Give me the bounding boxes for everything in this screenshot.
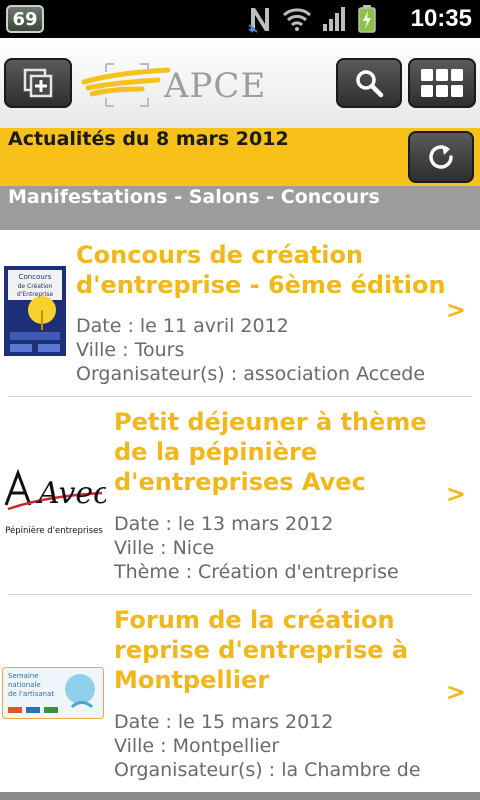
thumb-text: Concours bbox=[19, 273, 52, 281]
item-title-line: d'entreprises Avec bbox=[114, 468, 366, 496]
thumb-text: Avec bbox=[35, 476, 106, 511]
logo-brushstroke-icon bbox=[81, 63, 170, 107]
item-city: Ville : Nice bbox=[114, 537, 215, 559]
app-header: APCE bbox=[0, 38, 480, 128]
item-date: Date : le 15 mars 2012 bbox=[114, 711, 334, 733]
add-favorite-button[interactable] bbox=[4, 58, 72, 108]
refresh-button[interactable] bbox=[408, 131, 474, 183]
item-city: Ville : Montpellier bbox=[114, 735, 280, 757]
item-organizer: Organisateur(s) : la Chambre de bbox=[114, 759, 421, 781]
battery-charging-icon bbox=[358, 5, 376, 33]
status-bar: 69 10:35 bbox=[0, 0, 480, 38]
apce-logo[interactable]: APCE bbox=[80, 60, 270, 110]
thumb-text: de l'artisanat bbox=[8, 690, 54, 698]
wifi-icon bbox=[282, 8, 312, 31]
status-icons bbox=[248, 4, 376, 34]
chevron-right-icon: > bbox=[445, 480, 466, 508]
item-thumbnail: Concours de Création d'Entreprise bbox=[4, 266, 66, 356]
item-organizer: Organisateur(s) : association Accede bbox=[76, 363, 426, 385]
thumb-text: Semaine bbox=[8, 672, 39, 680]
item-title-line: Concours de création bbox=[76, 241, 364, 269]
news-date-bar: Actualités du 8 mars 2012 bbox=[0, 128, 480, 186]
menu-grid-button[interactable] bbox=[408, 58, 476, 108]
chevron-right-icon: > bbox=[445, 296, 466, 324]
thumb-text: de Création bbox=[18, 283, 53, 290]
refresh-icon bbox=[429, 145, 453, 169]
list-item[interactable]: Semaine nationale de l'artisanat Forum d… bbox=[0, 595, 480, 792]
section-header: Manifestations - Salons - Concours bbox=[0, 186, 480, 230]
item-title: Petit déjeuner à thème de la pépinière d… bbox=[114, 407, 427, 497]
item-date: Date : le 13 mars 2012 bbox=[114, 513, 334, 535]
bottom-edge-bar bbox=[0, 792, 480, 800]
item-title-line: d'entreprise - 6ème édition bbox=[76, 271, 446, 299]
chevron-right-icon: > bbox=[445, 678, 466, 706]
logo-text: APCE bbox=[164, 66, 267, 106]
thumb-text: Pépinière d'entreprises bbox=[5, 525, 103, 536]
list-item[interactable]: Avec Pépinière d'entreprises Petit déjeu… bbox=[0, 397, 480, 593]
item-title-line: Petit déjeuner à thème bbox=[114, 408, 427, 436]
item-theme: Thème : Création d'entreprise bbox=[114, 561, 399, 583]
item-city: Ville : Tours bbox=[76, 339, 185, 361]
item-thumbnail: Semaine nationale de l'artisanat bbox=[2, 667, 104, 719]
item-title-line: de la pépinière bbox=[114, 438, 318, 466]
clock: 10:35 bbox=[410, 5, 472, 32]
signal-icon bbox=[323, 7, 345, 31]
add-window-icon bbox=[23, 68, 53, 98]
item-title-line: Forum de la création bbox=[114, 606, 395, 634]
search-button[interactable] bbox=[336, 58, 402, 108]
section-title: Manifestations - Salons - Concours bbox=[8, 186, 380, 208]
list-item[interactable]: Concours de Création d'Entreprise Concou… bbox=[0, 230, 480, 396]
item-date: Date : le 11 avril 2012 bbox=[76, 315, 289, 337]
item-title-line: reprise d'entreprise à bbox=[114, 636, 409, 664]
item-title-line: Montpellier bbox=[114, 666, 270, 694]
news-date-title: Actualités du 8 mars 2012 bbox=[8, 128, 289, 150]
thumb-text: d'Entreprise bbox=[17, 291, 53, 298]
network-n-icon bbox=[248, 8, 269, 33]
notification-badge: 69 bbox=[6, 5, 44, 33]
search-icon bbox=[356, 70, 384, 98]
item-title: Forum de la création reprise d'entrepris… bbox=[114, 605, 408, 695]
grid-icon bbox=[421, 69, 463, 97]
thumb-text: nationale bbox=[8, 681, 41, 689]
item-title: Concours de création d'entreprise - 6ème… bbox=[76, 240, 446, 300]
item-thumbnail: Avec Pépinière d'entreprises bbox=[2, 449, 106, 539]
